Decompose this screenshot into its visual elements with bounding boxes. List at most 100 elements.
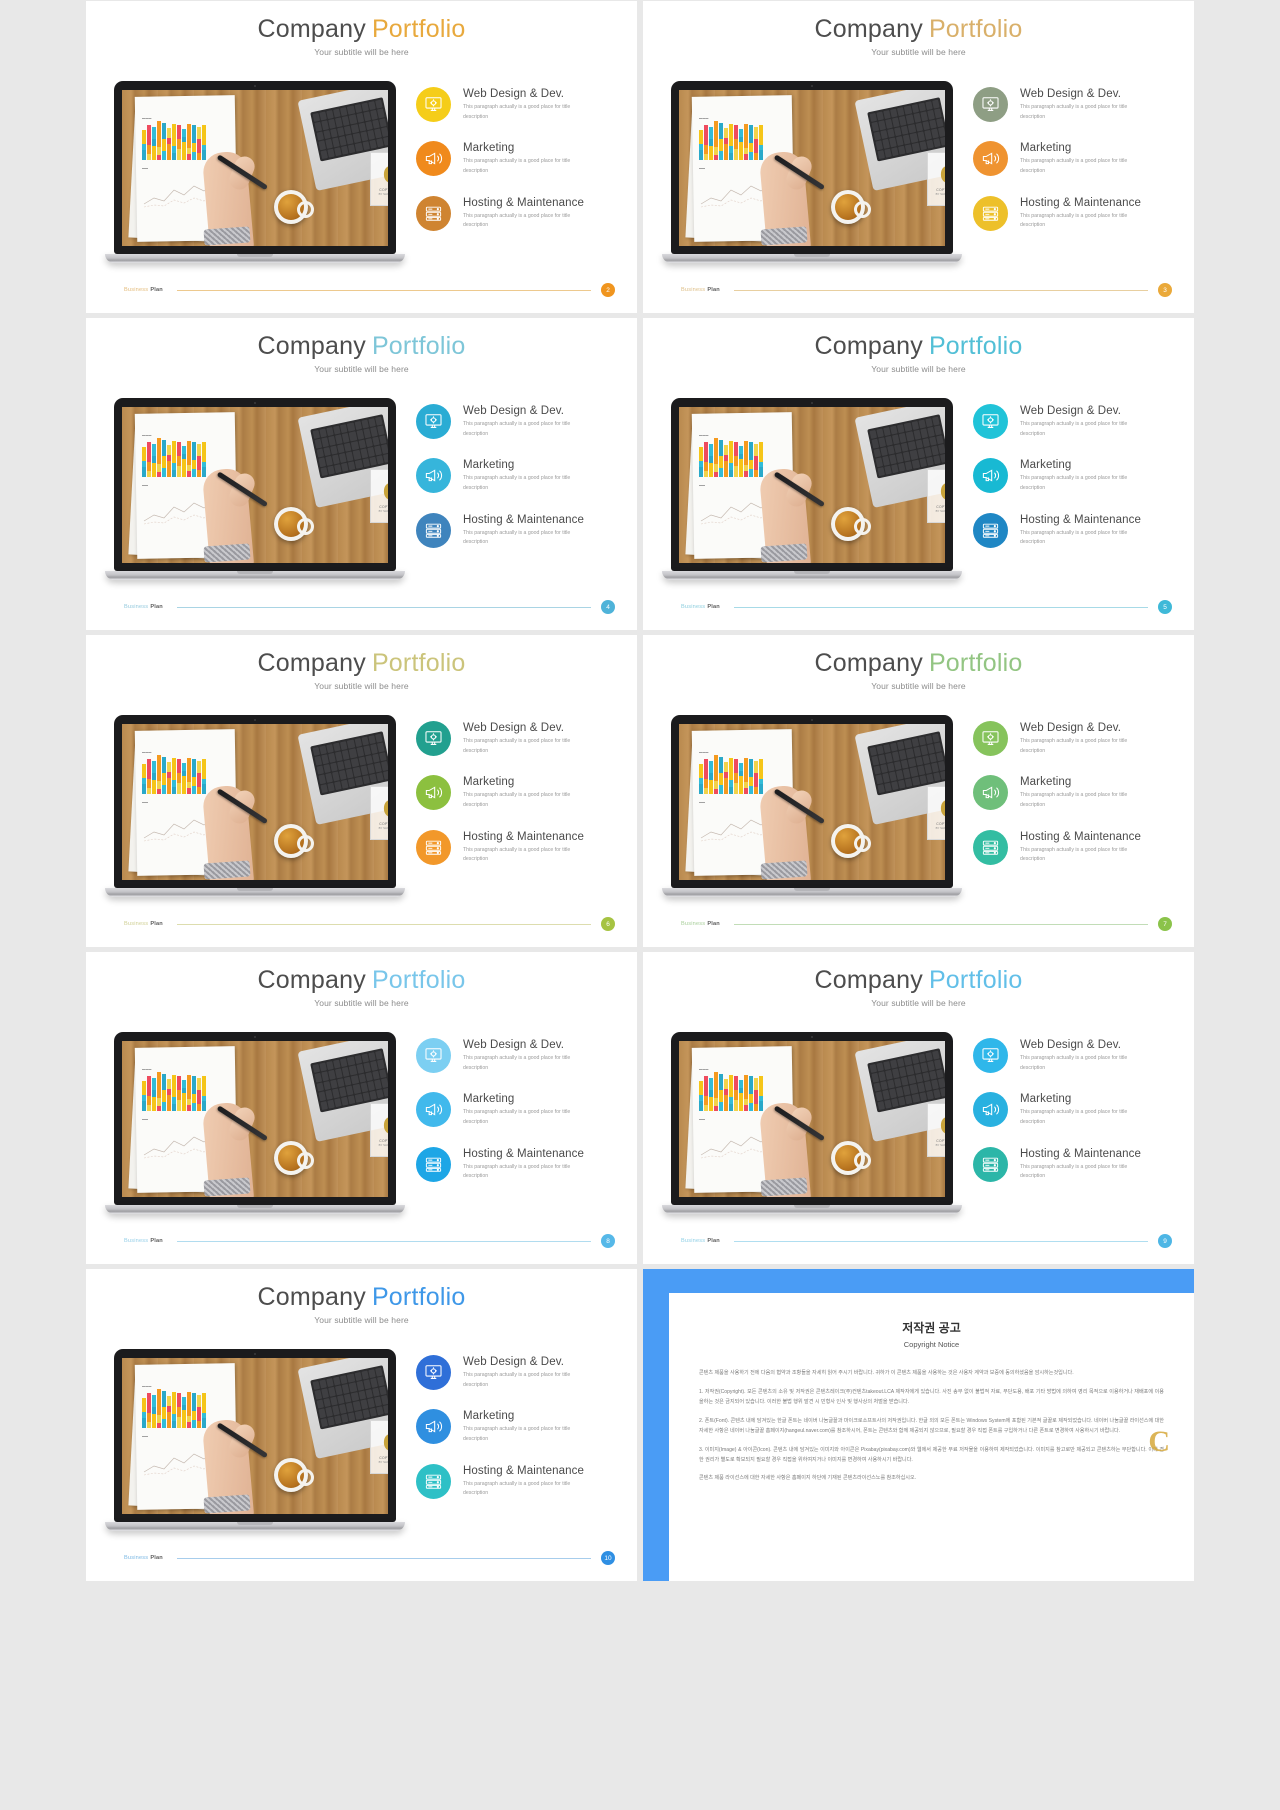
footer-label: Business Plan (124, 921, 163, 927)
server-rack-icon (416, 195, 451, 231)
feature-item[interactable]: Hosting & Maintenance This paragraph actu… (416, 1463, 621, 1499)
portfolio-slide-7[interactable]: Company Portfolio Your subtitle will be h… (643, 635, 1194, 947)
feature-list: Web Design & Dev. This paragraph actually… (416, 404, 621, 567)
feature-text: Web Design & Dev. This paragraph actually… (1020, 1038, 1140, 1073)
feature-item[interactable]: Hosting & Maintenance This paragraph actu… (973, 512, 1178, 548)
chart-bar-segment (152, 1407, 156, 1414)
feature-text: Hosting & Maintenance This paragraph actu… (463, 513, 584, 548)
portfolio-slide-9[interactable]: Company Portfolio Your subtitle will be h… (643, 952, 1194, 1264)
chart-bar (197, 1078, 201, 1111)
copyright-c-mark: C (1148, 1425, 1170, 1458)
chart-bar-segment (744, 154, 748, 160)
chart-bar-segment (749, 786, 753, 794)
feature-item[interactable]: Web Design & Dev. This paragraph actually… (416, 1038, 621, 1073)
feature-item[interactable]: Web Design & Dev. This paragraph actually… (973, 404, 1178, 439)
chart-bar-segment (147, 471, 151, 477)
feature-item[interactable]: Marketing This paragraph actually is a go… (416, 1409, 621, 1445)
chart-bar-segment (157, 147, 161, 155)
megaphone-icon (973, 141, 1008, 177)
watermark-letter: C (940, 1113, 945, 1139)
feature-item[interactable]: Web Design & Dev. This paragraph actually… (416, 721, 621, 756)
chart-bar-segment (172, 758, 176, 780)
feature-item[interactable]: Marketing This paragraph actually is a go… (416, 141, 621, 177)
feature-item[interactable]: Web Design & Dev. This paragraph actually… (973, 87, 1178, 122)
chart-bar-segment (162, 1090, 166, 1102)
feature-item[interactable]: Hosting & Maintenance This paragraph actu… (416, 195, 621, 231)
footer-divider-line (176, 1557, 591, 1559)
watermark-letter: C (383, 479, 388, 505)
chart-bar-segment (187, 1392, 191, 1416)
chart-bar (754, 1078, 758, 1111)
chart-bar-segment (147, 788, 151, 794)
feature-item[interactable]: Web Design & Dev. This paragraph actually… (416, 404, 621, 439)
chart-caption-bottom: ▬▬ (699, 1117, 705, 1121)
laptop-base (105, 1522, 405, 1531)
chart-bar-segment (142, 1418, 146, 1428)
chart-bar-segment (187, 1075, 191, 1099)
feature-description: This paragraph actually is a good place … (463, 1480, 571, 1497)
portfolio-slide-6[interactable]: Company Portfolio Your subtitle will be h… (86, 635, 637, 947)
feature-item[interactable]: Hosting & Maintenance This paragraph actu… (973, 195, 1178, 231)
chart-bar (202, 1076, 206, 1111)
chart-bar-segment (152, 1395, 156, 1407)
feature-item[interactable]: Hosting & Maintenance This paragraph actu… (973, 1146, 1178, 1182)
feature-item[interactable]: Web Design & Dev. This paragraph actually… (416, 87, 621, 122)
chart-bar (172, 1392, 176, 1428)
feature-title: Marketing (1020, 459, 1072, 472)
copyright-notice-slide[interactable]: 저작권 공고 Copyright Notice 콘텐츠 제품을 사용하기 전에 다음… (643, 1269, 1194, 1581)
chart-bar (182, 129, 186, 160)
laptop-notch (237, 1522, 273, 1525)
feature-item[interactable]: Marketing This paragraph actually is a go… (973, 458, 1178, 494)
page-title: Company Portfolio (86, 318, 637, 361)
laptop-mockup-image: ▬▬▬ ▬▬ COP BY SLI (662, 1032, 962, 1214)
feature-item[interactable]: Web Design & Dev. This paragraph actually… (973, 1038, 1178, 1073)
chart-bar-segment (147, 779, 151, 788)
chart-bar (744, 441, 748, 477)
footer-label-2: Plan (707, 287, 720, 293)
chart-bar-segment (704, 442, 708, 462)
feature-item[interactable]: Hosting & Maintenance This paragraph actu… (973, 829, 1178, 865)
portfolio-slide-3[interactable]: Company Portfolio Your subtitle will be h… (643, 1, 1194, 313)
portfolio-slide-8[interactable]: Company Portfolio Your subtitle will be h… (86, 952, 637, 1264)
feature-item[interactable]: Marketing This paragraph actually is a go… (416, 458, 621, 494)
watermark-badge: C COPYRIGHTS BY SLIDEMEMBERS (927, 469, 945, 523)
chart-bar (719, 757, 723, 794)
feature-item[interactable]: Hosting & Maintenance This paragraph actu… (416, 829, 621, 865)
portfolio-slide-2[interactable]: Company Portfolio Your subtitle will be h… (86, 1, 637, 313)
chart-bar-segment (202, 1393, 206, 1413)
chart-bar-segment (749, 143, 753, 152)
feature-item[interactable]: Marketing This paragraph actually is a go… (416, 1092, 621, 1128)
chart-bar-segment (177, 149, 181, 160)
feature-text: Marketing This paragraph actually is a go… (463, 1409, 583, 1444)
webcam-dot (254, 1036, 256, 1038)
chart-caption-bottom: ▬▬ (699, 483, 705, 487)
feature-item[interactable]: Web Design & Dev. This paragraph actually… (416, 1355, 621, 1390)
feature-item[interactable]: Marketing This paragraph actually is a go… (973, 1092, 1178, 1128)
feature-item[interactable]: Marketing This paragraph actually is a go… (416, 775, 621, 811)
chart-bar (177, 1076, 181, 1111)
laptop-base (105, 571, 405, 580)
footer-label-2: Plan (707, 921, 720, 927)
chart-bar-segment (749, 152, 753, 160)
feature-item[interactable]: Hosting & Maintenance This paragraph actu… (416, 512, 621, 548)
chart-bar-segment (197, 444, 201, 456)
chart-bar-segment (714, 121, 718, 147)
portfolio-slide-10[interactable]: Company Portfolio Your subtitle will be h… (86, 1269, 637, 1581)
chart-bar-segment (754, 787, 758, 794)
chart-bar-segment (197, 1395, 201, 1407)
chart-bar-segment (182, 446, 186, 454)
portfolio-slide-5[interactable]: Company Portfolio Your subtitle will be h… (643, 318, 1194, 630)
feature-item[interactable]: Web Design & Dev. This paragraph actually… (973, 721, 1178, 756)
slide-footer: Business Plan 10 (124, 1551, 615, 1565)
feature-item[interactable]: Hosting & Maintenance This paragraph actu… (416, 1146, 621, 1182)
chart-bar-segment (192, 1420, 196, 1428)
footer-divider-line (733, 606, 1148, 608)
chart-bar (197, 444, 201, 477)
megaphone-icon (973, 775, 1008, 811)
feature-item[interactable]: Marketing This paragraph actually is a go… (973, 141, 1178, 177)
monitor-gear-icon (973, 1038, 1008, 1073)
footer-label-1: Business (681, 604, 706, 610)
chart-bar-segment (197, 1078, 201, 1090)
feature-item[interactable]: Marketing This paragraph actually is a go… (973, 775, 1178, 811)
portfolio-slide-4[interactable]: Company Portfolio Your subtitle will be h… (86, 318, 637, 630)
